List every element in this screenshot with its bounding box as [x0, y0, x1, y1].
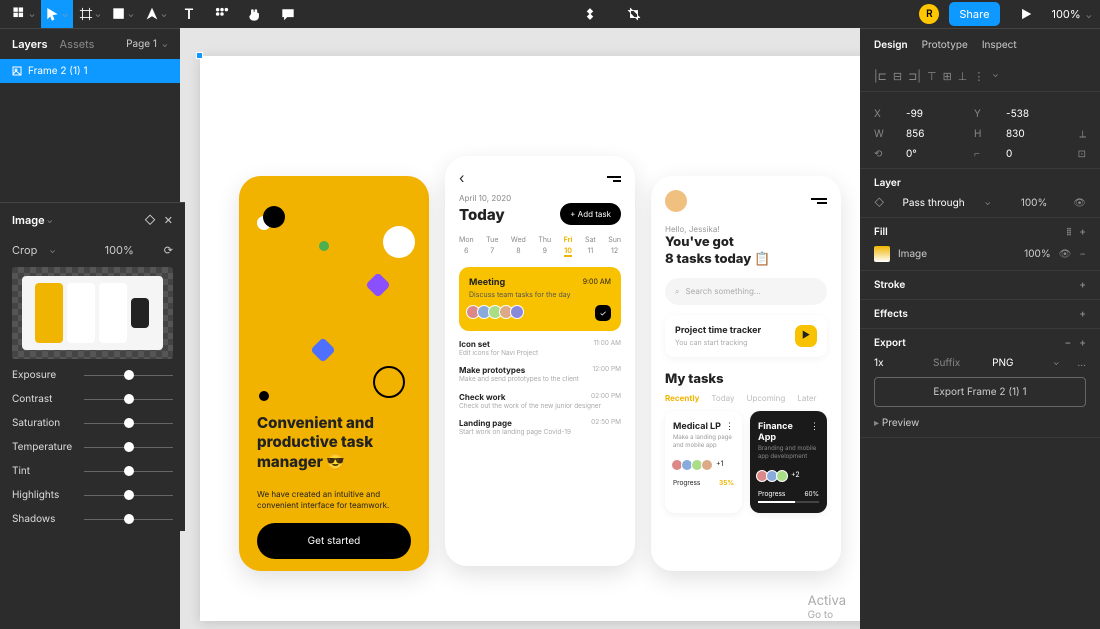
slider-contrast[interactable]: Contrast: [0, 387, 185, 411]
hamburger-icon: [811, 198, 827, 204]
left-panel: Layers Assets Page 1 ⌄ Frame 2 (1) 1 Ima…: [0, 28, 180, 629]
fill-swatch[interactable]: [874, 246, 890, 262]
export-scale[interactable]: 1x: [874, 357, 915, 369]
get-started-button: Get started: [257, 523, 411, 559]
crop-icon[interactable]: [618, 0, 650, 28]
corner-radius[interactable]: 0: [1006, 148, 1056, 160]
align-tools[interactable]: |⊏⊟⊐| ⊤⊞⊥ ⋮⌄: [874, 69, 1086, 83]
user-avatar[interactable]: R: [919, 4, 939, 24]
slider-shadows[interactable]: Shadows: [0, 507, 185, 531]
assets-tab[interactable]: Assets: [60, 37, 95, 51]
artboard[interactable]: Convenient and productive task manager 😎…: [200, 56, 860, 621]
align-top-icon: ⊤: [927, 69, 937, 83]
right-panel: Design Prototype Inspect |⊏⊟⊐| ⊤⊞⊥ ⋮⌄ X-…: [860, 28, 1100, 629]
resources-tool[interactable]: [206, 0, 238, 28]
style-icon[interactable]: ⦙⦙: [1067, 226, 1071, 238]
play-icon: ▶: [795, 325, 817, 347]
canvas[interactable]: Convenient and productive task manager 😎…: [180, 28, 860, 629]
fill-visibility-icon[interactable]: 👁: [1059, 248, 1072, 260]
image-panel: Image ⌄ ◇ ✕ Crop⌄ 100% ⟳ ExposureContras…: [0, 202, 185, 531]
visibility-icon[interactable]: 👁: [1073, 197, 1086, 209]
today-label: Today: [459, 205, 505, 224]
export-options-icon[interactable]: …: [1077, 357, 1086, 369]
align-vcenter-icon: ⊞: [943, 69, 952, 83]
zoom-value[interactable]: 100% ⌄: [1052, 7, 1093, 21]
remove-fill-icon[interactable]: −: [1079, 248, 1086, 260]
component-icon[interactable]: [574, 0, 606, 28]
remove-export-icon[interactable]: −: [1065, 337, 1072, 349]
mockup-onboarding: Convenient and productive task manager 😎…: [239, 176, 429, 571]
layer-row[interactable]: Frame 2 (1) 1: [0, 59, 180, 83]
shape-tool[interactable]: ⌄: [107, 0, 139, 28]
tool-group-center: [304, 0, 919, 28]
mockup-today: ‹ April 10, 2020 Today + Add task Mon6Tu…: [445, 156, 635, 566]
onboarding-subtitle: We have created an intuitive and conveni…: [257, 489, 411, 511]
image-thumbnail[interactable]: [12, 267, 173, 359]
search-field: ⌕ Search something...: [665, 278, 827, 305]
present-icon[interactable]: [1010, 0, 1042, 28]
export-format[interactable]: PNG: [992, 357, 1033, 369]
frame-tool[interactable]: ⌄: [74, 0, 106, 28]
rotate-icon[interactable]: ⟳: [164, 243, 173, 257]
slider-exposure[interactable]: Exposure: [0, 363, 185, 387]
rotation[interactable]: 0°: [906, 148, 956, 160]
detach-icon[interactable]: ◇: [144, 213, 156, 227]
search-icon: ⌕: [675, 286, 679, 297]
align-right-icon: ⊐|: [908, 69, 921, 83]
align-bottom-icon: ⊥: [958, 69, 968, 83]
crop-label[interactable]: Crop: [12, 243, 37, 257]
figma-menu[interactable]: ⌄: [8, 0, 40, 28]
comment-tool[interactable]: [272, 0, 304, 28]
crop-percent[interactable]: 100%: [105, 243, 134, 257]
add-stroke-icon[interactable]: +: [1079, 279, 1086, 291]
hand-tool[interactable]: [239, 0, 271, 28]
slider-saturation[interactable]: Saturation: [0, 411, 185, 435]
pos-x[interactable]: -99: [906, 108, 956, 120]
corners-icon[interactable]: ⊡: [1078, 148, 1086, 160]
user-avatar-icon: [665, 190, 687, 212]
page-selector[interactable]: Page 1 ⌄: [126, 38, 168, 50]
tab-prototype[interactable]: Prototype: [922, 39, 968, 51]
slider-temperature[interactable]: Temperature: [0, 435, 185, 459]
tool-group-left: ⌄ ⌄ ⌄ ⌄ ⌄ T: [8, 0, 304, 28]
onboarding-title: Convenient and productive task manager 😎: [257, 413, 411, 472]
slider-highlights[interactable]: Highlights: [0, 483, 185, 507]
layer-name: Frame 2 (1) 1: [28, 65, 88, 77]
size-w[interactable]: 856: [906, 128, 956, 140]
selection-handle[interactable]: [196, 52, 203, 59]
tab-design[interactable]: Design: [874, 39, 908, 51]
close-icon[interactable]: ✕: [164, 213, 173, 227]
blend-mode[interactable]: Pass through: [903, 197, 965, 209]
add-export-icon[interactable]: +: [1079, 337, 1086, 349]
pen-tool[interactable]: ⌄: [140, 0, 172, 28]
align-hcenter-icon: ⊟: [893, 69, 902, 83]
topbar: ⌄ ⌄ ⌄ ⌄ ⌄ T R Share 100% ⌄: [0, 0, 1100, 28]
preview-toggle[interactable]: Preview: [882, 417, 920, 429]
constrain-icon[interactable]: ⟂: [1079, 128, 1086, 140]
export-suffix[interactable]: Suffix: [933, 357, 974, 369]
back-icon: ‹: [459, 170, 464, 187]
add-effect-icon[interactable]: +: [1079, 308, 1086, 320]
layers-tab[interactable]: Layers: [12, 37, 48, 51]
add-fill-icon[interactable]: +: [1079, 226, 1086, 238]
text-tool[interactable]: T: [173, 0, 205, 28]
mockup-dashboard: Hello, Jessika! You've got8 tasks today …: [651, 176, 841, 571]
image-panel-title: Image: [12, 213, 45, 227]
share-button[interactable]: Share: [949, 2, 999, 26]
slider-tint[interactable]: Tint: [0, 459, 185, 483]
add-task-button: + Add task: [560, 203, 621, 225]
distribute-icon: ⋮: [973, 69, 984, 83]
image-icon: [12, 66, 22, 76]
size-h[interactable]: 830: [1006, 128, 1056, 140]
pos-y[interactable]: -538: [1006, 108, 1056, 120]
move-tool[interactable]: ⌄: [41, 0, 73, 28]
export-button[interactable]: Export Frame 2 (1) 1: [874, 377, 1086, 407]
tab-inspect[interactable]: Inspect: [982, 39, 1017, 51]
topbar-right: R Share 100% ⌄: [919, 0, 1092, 28]
layer-opacity[interactable]: 100%: [1021, 197, 1048, 209]
align-left-icon: |⊏: [874, 69, 887, 83]
